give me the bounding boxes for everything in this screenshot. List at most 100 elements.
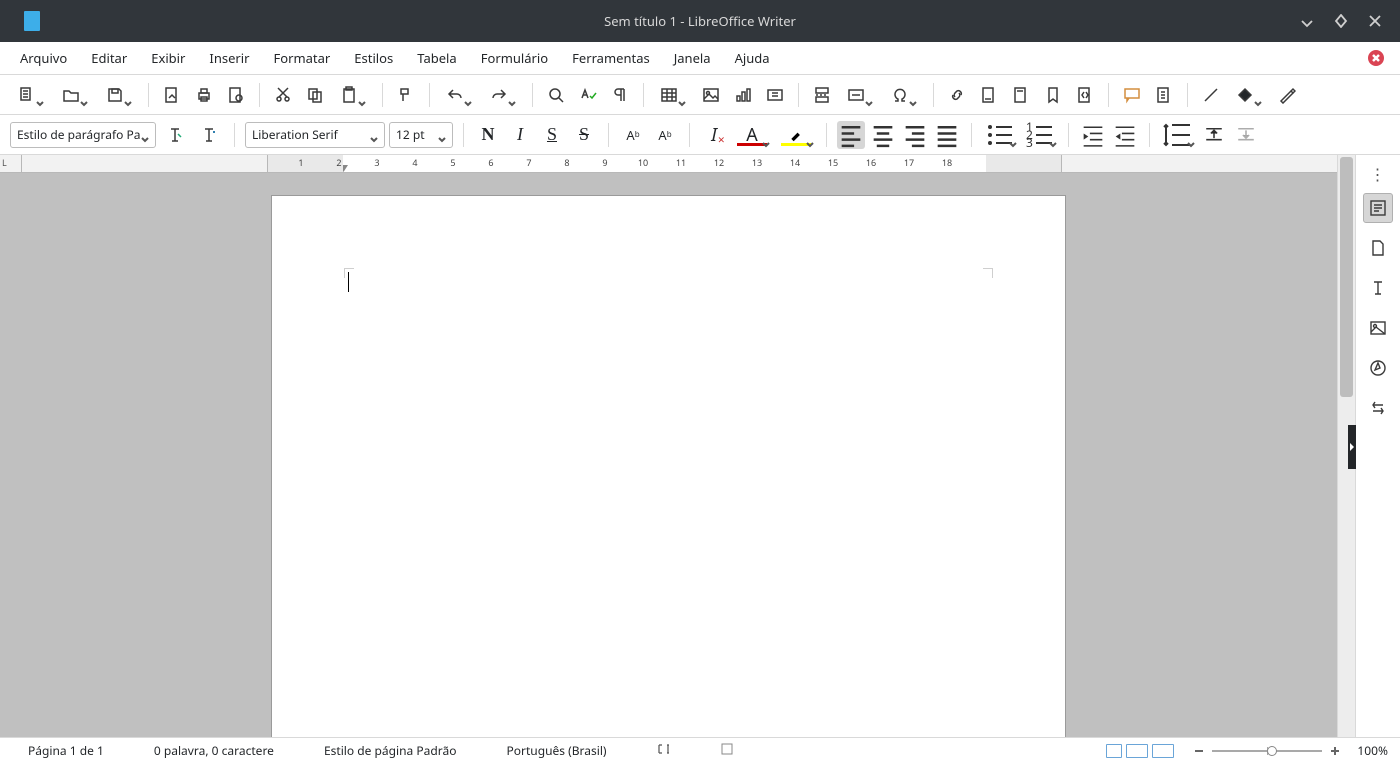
cut-button[interactable] — [269, 81, 297, 109]
sidebar-styles-button[interactable] — [1363, 273, 1393, 303]
spellcheck-button[interactable] — [574, 81, 602, 109]
status-word-count[interactable]: 0 palavra, 0 caractere — [138, 742, 290, 759]
menu-exibir[interactable]: Exibir — [139, 44, 197, 72]
status-page-style[interactable]: Estilo de página Padrão — [308, 742, 473, 759]
show-draw-functions-button[interactable] — [1273, 81, 1301, 109]
menu-formulario[interactable]: Formulário — [469, 44, 560, 72]
font-color-button[interactable]: A — [732, 121, 772, 149]
decrease-para-spacing-button[interactable] — [1232, 121, 1260, 149]
save-button[interactable] — [99, 81, 139, 109]
find-button[interactable] — [542, 81, 570, 109]
clone-formatting-button[interactable] — [392, 81, 420, 109]
zoom-in-button[interactable] — [1328, 744, 1342, 758]
align-right-button[interactable] — [901, 121, 929, 149]
horizontal-ruler[interactable]: 123456789101112131415161718 — [22, 155, 1337, 173]
menu-formatar[interactable]: Formatar — [262, 44, 343, 72]
page-scroll[interactable] — [0, 173, 1337, 737]
number-list-button[interactable]: 123 — [1022, 121, 1058, 149]
decrease-indent-button[interactable] — [1111, 121, 1139, 149]
separator — [234, 123, 235, 147]
ruler-label: 8 — [564, 156, 569, 169]
menu-arquivo[interactable]: Arquivo — [8, 44, 79, 72]
align-justify-button[interactable] — [933, 121, 961, 149]
paragraph-style-combo[interactable]: Estilo de parágrafo Pa — [10, 122, 156, 148]
align-center-button[interactable] — [869, 121, 897, 149]
highlight-color-button[interactable] — [776, 121, 816, 149]
superscript-button[interactable]: Ab — [619, 121, 647, 149]
bullet-list-button[interactable] — [982, 121, 1018, 149]
export-pdf-button[interactable] — [158, 81, 186, 109]
insert-bookmark-button[interactable] — [1039, 81, 1067, 109]
undo-button[interactable] — [439, 81, 479, 109]
single-page-view-button[interactable] — [1106, 744, 1122, 758]
open-button[interactable] — [55, 81, 95, 109]
sidebar-collapse-handle[interactable] — [1348, 425, 1356, 469]
sidebar-manage-changes-button[interactable] — [1363, 393, 1393, 423]
menu-tabela[interactable]: Tabela — [405, 44, 468, 72]
status-insert-mode[interactable] — [641, 742, 687, 759]
new-button[interactable] — [11, 81, 51, 109]
basic-shapes-button[interactable] — [1229, 81, 1269, 109]
minimize-button[interactable] — [1300, 14, 1314, 28]
new-style-button[interactable] — [195, 121, 223, 149]
font-size-combo[interactable]: 12 pt — [389, 122, 453, 148]
status-selection-mode[interactable] — [705, 742, 749, 759]
zoom-out-button[interactable] — [1192, 744, 1206, 758]
close-button[interactable] — [1368, 14, 1382, 28]
multi-page-view-button[interactable] — [1126, 744, 1148, 758]
zoom-slider-handle[interactable] — [1267, 746, 1277, 756]
track-changes-button[interactable] — [1150, 81, 1178, 109]
book-view-button[interactable] — [1152, 744, 1174, 758]
sidebar-page-button[interactable] — [1363, 233, 1393, 263]
zoom-value[interactable]: 100% — [1348, 742, 1388, 759]
status-language[interactable]: Português (Brasil) — [490, 742, 622, 759]
update-style-button[interactable] — [161, 121, 189, 149]
font-name-combo[interactable]: Liberation Serif — [245, 122, 385, 148]
close-document-button[interactable] — [1368, 50, 1384, 66]
subscript-button[interactable]: Ab — [651, 121, 679, 149]
insert-footnote-button[interactable] — [975, 81, 1003, 109]
insert-table-button[interactable] — [653, 81, 693, 109]
insert-field-button[interactable] — [840, 81, 880, 109]
sidebar-properties-button[interactable] — [1363, 193, 1393, 223]
menu-janela[interactable]: Janela — [662, 44, 723, 72]
menu-ferramentas[interactable]: Ferramentas — [560, 44, 662, 72]
menu-ajuda[interactable]: Ajuda — [723, 44, 782, 72]
strikethrough-button[interactable]: S — [570, 121, 598, 149]
copy-button[interactable] — [301, 81, 329, 109]
insert-comment-button[interactable] — [1118, 81, 1146, 109]
print-button[interactable] — [190, 81, 218, 109]
insert-endnote-button[interactable] — [1007, 81, 1035, 109]
sidebar-more-icon[interactable]: ⋮ — [1370, 163, 1387, 183]
insert-line-button[interactable] — [1197, 81, 1225, 109]
line-spacing-button[interactable] — [1160, 121, 1196, 149]
insert-chart-button[interactable] — [729, 81, 757, 109]
page[interactable] — [271, 195, 1066, 737]
insert-cross-reference-button[interactable] — [1071, 81, 1099, 109]
insert-page-break-button[interactable] — [808, 81, 836, 109]
insert-textbox-button[interactable] — [761, 81, 789, 109]
menu-inserir[interactable]: Inserir — [197, 44, 261, 72]
formatting-marks-button[interactable] — [606, 81, 634, 109]
insert-hyperlink-button[interactable] — [943, 81, 971, 109]
sidebar-gallery-button[interactable] — [1363, 313, 1393, 343]
insert-symbol-button[interactable] — [884, 81, 924, 109]
bold-button[interactable]: N — [474, 121, 502, 149]
increase-indent-button[interactable] — [1079, 121, 1107, 149]
sidebar-navigator-button[interactable] — [1363, 353, 1393, 383]
status-page[interactable]: Página 1 de 1 — [12, 742, 120, 759]
insert-image-button[interactable] — [697, 81, 725, 109]
clear-formatting-button[interactable]: I✕ — [700, 121, 728, 149]
align-left-button[interactable] — [837, 121, 865, 149]
zoom-slider[interactable] — [1212, 750, 1322, 752]
increase-para-spacing-button[interactable] — [1200, 121, 1228, 149]
print-preview-button[interactable] — [222, 81, 250, 109]
menu-estilos[interactable]: Estilos — [342, 44, 405, 72]
menu-editar[interactable]: Editar — [79, 44, 139, 72]
underline-button[interactable]: S — [538, 121, 566, 149]
italic-button[interactable]: I — [506, 121, 534, 149]
scrollbar-thumb[interactable] — [1340, 157, 1353, 397]
maximize-button[interactable] — [1334, 14, 1348, 28]
paste-button[interactable] — [333, 81, 373, 109]
redo-button[interactable] — [483, 81, 523, 109]
